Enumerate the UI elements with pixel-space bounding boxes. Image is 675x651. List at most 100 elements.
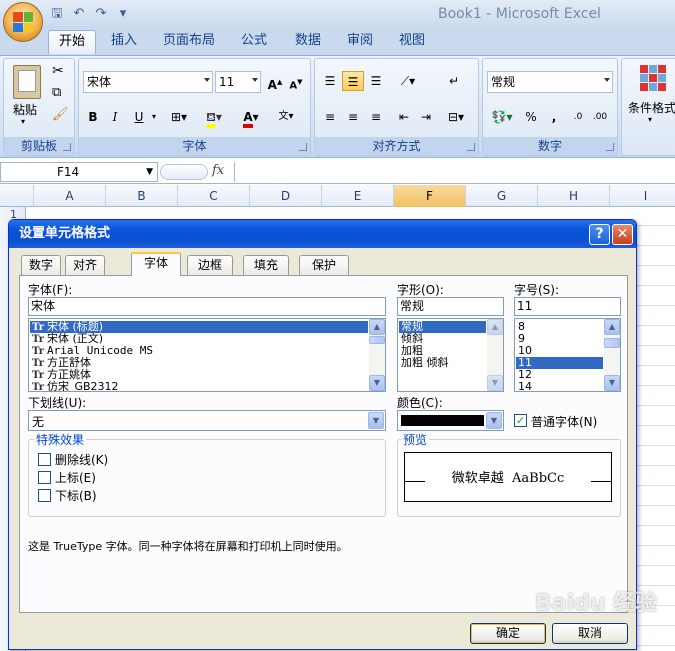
align-center-icon[interactable]: ≡	[342, 107, 364, 127]
name-box[interactable]: F14 ▼	[0, 162, 158, 182]
scroll-up-icon[interactable]: ▲	[369, 319, 385, 335]
scroll-down-icon[interactable]: ▼	[604, 375, 620, 391]
size-list-scrollbar[interactable]: ▲ ▼	[604, 319, 620, 391]
borders-icon[interactable]: ⊞▾	[167, 107, 191, 127]
column-header[interactable]: A	[34, 185, 106, 207]
normal-font-checkbox[interactable]: ✓	[514, 414, 527, 427]
scroll-down-icon[interactable]: ▼	[369, 375, 385, 391]
column-header[interactable]: E	[322, 185, 394, 207]
conditional-format-button[interactable]: 条件格式	[628, 99, 675, 116]
column-header[interactable]: G	[466, 185, 538, 207]
wrap-text-icon[interactable]: ↵	[443, 71, 465, 91]
paste-dropdown-icon[interactable]: ▾	[21, 117, 25, 126]
comma-button[interactable]: ,	[545, 107, 563, 127]
number-format-combo[interactable]: 常规	[487, 71, 613, 93]
style-list-scrollbar[interactable]: ▲ ▼	[487, 319, 503, 391]
column-header[interactable]: D	[250, 185, 322, 207]
decrease-decimal-icon[interactable]: .00	[589, 107, 611, 127]
subscript-checkbox[interactable]	[38, 489, 51, 502]
column-header[interactable]: C	[178, 185, 250, 207]
close-icon[interactable]: ✕	[612, 224, 633, 245]
save-icon[interactable]: 🖫	[48, 5, 66, 23]
grow-font-icon[interactable]: A▲	[265, 72, 285, 92]
tab-protection[interactable]: 保护	[299, 255, 349, 275]
font-input[interactable]: 宋体	[28, 297, 386, 316]
insert-function-button[interactable]: fx	[212, 163, 224, 178]
tab-border[interactable]: 边框	[187, 255, 233, 275]
undo-icon[interactable]: ↶	[70, 5, 88, 23]
style-list[interactable]: 常规 倾斜 加粗 加粗 倾斜 ▲ ▼	[397, 318, 504, 392]
phonetic-icon[interactable]: 文▾	[271, 107, 301, 127]
column-header[interactable]: B	[106, 185, 178, 207]
align-top-icon[interactable]: ☰	[319, 71, 341, 91]
scroll-up-icon[interactable]: ▲	[604, 319, 620, 335]
customize-qat-icon[interactable]: ▾	[114, 5, 132, 23]
cancel-button[interactable]: 取消	[552, 623, 628, 644]
underline-dropdown-icon[interactable]: ▾	[149, 107, 159, 127]
chevron-down-icon[interactable]: ▼	[368, 412, 384, 429]
tab-home[interactable]: 开始	[48, 30, 96, 54]
name-box-dropdown-icon[interactable]: ▼	[146, 163, 153, 181]
align-middle-icon[interactable]: ☰	[342, 71, 364, 91]
paste-icon[interactable]	[13, 65, 41, 99]
help-button[interactable]: ?	[589, 224, 610, 245]
bold-button[interactable]: B	[83, 107, 103, 127]
conditional-format-icon[interactable]	[640, 65, 666, 91]
decrease-indent-icon[interactable]: ⇤	[393, 107, 415, 127]
tab-insert[interactable]: 插入	[102, 30, 146, 54]
merge-center-icon[interactable]: ⊟▾	[443, 107, 469, 127]
strikethrough-checkbox[interactable]	[38, 453, 51, 466]
formula-input[interactable]	[234, 162, 675, 182]
paste-button[interactable]: 粘贴	[13, 101, 37, 118]
size-list-item[interactable]: 14	[516, 381, 603, 392]
formula-bar-resizer[interactable]	[160, 164, 208, 180]
font-size-combo[interactable]: 11	[215, 71, 261, 93]
size-list-item[interactable]: 8	[516, 321, 603, 333]
increase-indent-icon[interactable]: ⇥	[415, 107, 437, 127]
tab-number[interactable]: 数字	[21, 255, 61, 275]
tab-fill[interactable]: 填充	[243, 255, 289, 275]
cut-icon[interactable]: ✂	[52, 63, 64, 79]
italic-button[interactable]: I	[105, 107, 125, 127]
scroll-thumb[interactable]	[604, 338, 620, 348]
align-left-icon[interactable]: ≡	[319, 107, 341, 127]
scroll-thumb[interactable]	[369, 336, 385, 344]
font-name-combo[interactable]: 宋体	[83, 71, 213, 93]
style-input[interactable]: 常规	[397, 297, 504, 316]
tab-font[interactable]: 字体	[131, 252, 181, 276]
font-launcher-icon[interactable]	[299, 143, 307, 151]
number-launcher-icon[interactable]	[606, 143, 614, 151]
redo-icon[interactable]: ↷	[92, 5, 110, 23]
alignment-launcher-icon[interactable]	[467, 143, 475, 151]
increase-decimal-icon[interactable]: .0	[567, 107, 589, 127]
size-list[interactable]: 8 9 10 11 12 14 ▲ ▼	[514, 318, 621, 392]
superscript-checkbox[interactable]	[38, 471, 51, 484]
size-input[interactable]: 11	[514, 297, 621, 316]
column-header[interactable]: H	[538, 185, 610, 207]
underline-button[interactable]: U	[129, 107, 149, 127]
underline-select[interactable]: 无 ▼	[28, 410, 386, 431]
tab-data[interactable]: 数据	[286, 30, 330, 54]
percent-button[interactable]: %	[521, 107, 541, 127]
font-list-item[interactable]: Tr 仿宋_GB2312	[30, 381, 368, 392]
chevron-down-icon[interactable]: ▼	[486, 412, 502, 429]
color-select[interactable]: ▼	[397, 410, 504, 431]
clipboard-launcher-icon[interactable]	[63, 143, 71, 151]
column-header-selected[interactable]: F	[394, 185, 466, 207]
align-bottom-icon[interactable]: ☰	[365, 71, 387, 91]
copy-icon[interactable]: ⧉	[52, 85, 61, 100]
align-right-icon[interactable]: ≡	[365, 107, 387, 127]
orientation-icon[interactable]: ⟋▾	[393, 71, 423, 91]
column-header[interactable]: I	[610, 185, 675, 207]
shrink-font-icon[interactable]: A▼	[286, 72, 306, 92]
tab-page-layout[interactable]: 页面布局	[156, 30, 222, 54]
tab-view[interactable]: 视图	[390, 30, 434, 54]
tab-formulas[interactable]: 公式	[232, 30, 276, 54]
style-list-item[interactable]: 加粗 倾斜	[399, 357, 486, 369]
scroll-down-icon[interactable]: ▼	[487, 375, 503, 391]
fill-color-icon[interactable]: ⛾▾	[199, 107, 229, 128]
font-list-scrollbar[interactable]: ▲ ▼	[369, 319, 385, 391]
scroll-up-icon[interactable]: ▲	[487, 319, 503, 335]
format-painter-icon[interactable]: 🖌	[52, 107, 69, 122]
font-list[interactable]: Tr 宋体 (标题) Tr 宋体 (正文) Tr Arial Unicode MS T…	[28, 318, 386, 392]
